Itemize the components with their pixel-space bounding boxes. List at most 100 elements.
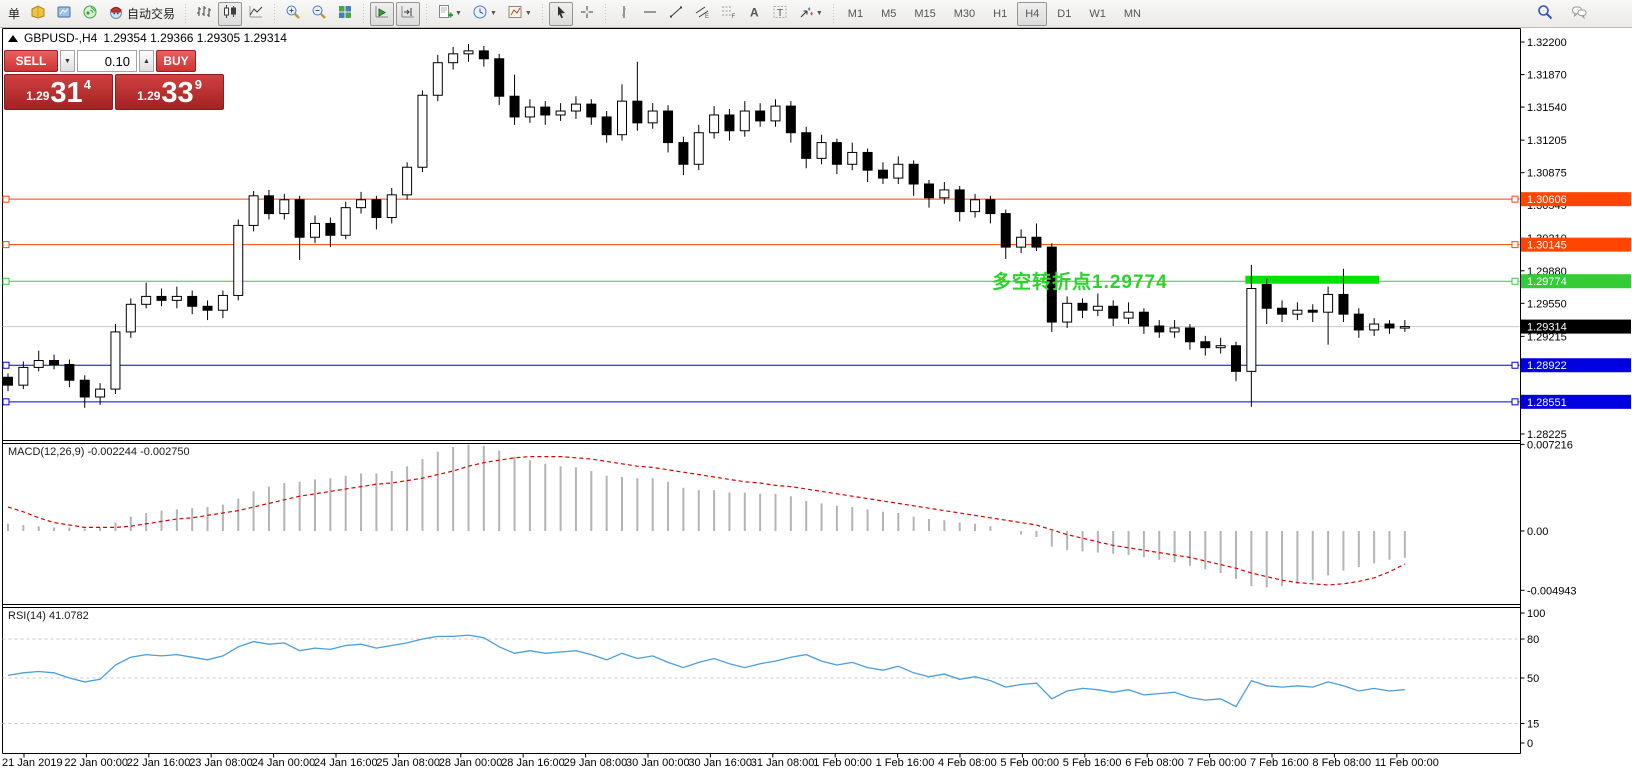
timeframe-button-H1[interactable]: H1	[985, 2, 1015, 26]
tile-windows-button[interactable]	[333, 2, 357, 26]
candle-chart-button[interactable]	[218, 2, 242, 26]
current-price-box-label: 1.29314	[1527, 322, 1567, 334]
buy-price-display[interactable]: 1.29 33 9	[115, 74, 224, 110]
price-tick-label: 1.29550	[1527, 298, 1567, 310]
level-line-anchor[interactable]	[1512, 196, 1518, 202]
candle-body	[1063, 303, 1072, 322]
line-chart-button[interactable]	[244, 2, 268, 26]
chat-button[interactable]	[1567, 2, 1591, 26]
rsi-tick-label: 100	[1527, 608, 1545, 620]
candle-body	[1185, 328, 1194, 342]
buy-price-pips: 33	[161, 80, 193, 106]
candle-body	[510, 96, 519, 117]
horizontal-line-button[interactable]	[638, 2, 662, 26]
pivot-annotation-text[interactable]: 多空转折点1.29774	[992, 267, 1168, 294]
level-line-anchor[interactable]	[3, 399, 9, 405]
search-button[interactable]	[1533, 2, 1557, 26]
text-button[interactable]: A	[742, 2, 766, 26]
market-watch-button[interactable]	[52, 2, 76, 26]
timeframe-button-MN[interactable]: MN	[1116, 2, 1149, 26]
time-tick-label: 23 Jan 08:00	[189, 757, 253, 769]
auto-scroll-button[interactable]	[370, 2, 394, 26]
time-tick-label: 21 Jan 2019	[2, 757, 63, 769]
indicators-button[interactable]: ▼	[433, 2, 466, 26]
lot-increase-button[interactable]: ▲	[139, 50, 154, 72]
level-line-anchor[interactable]	[1512, 362, 1518, 368]
new-order-button[interactable]: 单	[1, 2, 24, 26]
horizontal-line-icon	[642, 4, 658, 23]
signals-button[interactable]	[78, 2, 102, 26]
trend-line-button[interactable]	[664, 2, 688, 26]
buy-button[interactable]: BUY	[156, 50, 196, 72]
time-tick-label: 8 Feb 08:00	[1312, 757, 1371, 769]
candle-body	[710, 115, 719, 133]
level-line-anchor[interactable]	[3, 196, 9, 202]
arrows-icon	[798, 4, 814, 23]
level-line-anchor[interactable]	[3, 278, 9, 284]
candle-body	[832, 143, 841, 165]
one-click-trading-panel: SELL ▼ 0.10 ▲ BUY 1.29 31 4 1.29 33 9	[4, 50, 224, 110]
crosshair-button[interactable]	[575, 2, 599, 26]
dropdown-arrow-icon[interactable]: ▼	[816, 10, 823, 17]
time-tick-label: 24 Jan 00:00	[252, 757, 316, 769]
dropdown-arrow-icon[interactable]: ▼	[455, 10, 462, 17]
toolbar-separator	[360, 4, 367, 24]
pivot-thick-segment[interactable]	[1245, 276, 1379, 284]
vertical-line-button[interactable]	[612, 2, 636, 26]
lot-size-input[interactable]: 0.10	[77, 50, 137, 72]
sell-price-pips: 31	[50, 80, 82, 106]
arrows-button[interactable]: ▼	[794, 2, 827, 26]
level-line-anchor[interactable]	[1512, 399, 1518, 405]
vertical-line-icon	[616, 4, 632, 23]
lot-decrease-button[interactable]: ▼	[60, 50, 75, 72]
macd-tick-label: 0.007216	[1527, 439, 1573, 451]
candle-body	[786, 106, 795, 133]
auto-trading-button[interactable]: 自动交易	[104, 2, 179, 26]
candle-body	[1017, 237, 1026, 247]
rsi-tick-label: 50	[1527, 673, 1539, 685]
dropdown-arrow-icon[interactable]: ▼	[525, 10, 532, 17]
level-line-anchor[interactable]	[3, 242, 9, 248]
timeframe-button-H4[interactable]: H4	[1017, 2, 1047, 26]
zoom-out-button[interactable]	[307, 2, 331, 26]
symbol-period-label: GBPUSD-,H4	[24, 31, 97, 45]
fibonacci-button[interactable]: F	[716, 2, 740, 26]
fibonacci-icon: F	[720, 4, 736, 23]
timeframe-button-M5[interactable]: M5	[873, 2, 904, 26]
toolbar-separator	[182, 4, 189, 24]
sell-button[interactable]: SELL	[4, 50, 58, 72]
dropdown-arrow-icon[interactable]: ▼	[490, 10, 497, 17]
candle-body	[203, 306, 212, 310]
level-line-anchor[interactable]	[1512, 242, 1518, 248]
bar-chart-button[interactable]	[192, 2, 216, 26]
candle-body	[295, 200, 304, 237]
history-center-button[interactable]	[26, 2, 50, 26]
time-tick-label: 1 Feb 16:00	[876, 757, 935, 769]
candle-body	[817, 143, 826, 159]
periods-button[interactable]: ▼	[468, 2, 501, 26]
templates-button[interactable]: ▼	[503, 2, 536, 26]
cursor-button[interactable]	[549, 2, 573, 26]
timeframe-button-M15[interactable]: M15	[906, 2, 943, 26]
time-tick-label: 22 Jan 00:00	[64, 757, 128, 769]
timeframe-button-W1[interactable]: W1	[1081, 2, 1114, 26]
timeframe-button-D1[interactable]: D1	[1049, 2, 1079, 26]
text-label-button[interactable]: T	[768, 2, 792, 26]
time-tick-label: 7 Feb 16:00	[1250, 757, 1309, 769]
sell-price-display[interactable]: 1.29 31 4	[4, 74, 113, 110]
chat-icon	[1571, 4, 1587, 23]
chart-canvas: 1.322001.318701.315401.312051.308751.305…	[0, 0, 1632, 772]
candle-body	[571, 104, 580, 111]
equidistant-channel-button[interactable]: E	[690, 2, 714, 26]
zoom-in-button[interactable]	[281, 2, 305, 26]
timeframe-button-M1[interactable]: M1	[840, 2, 871, 26]
level-line-anchor[interactable]	[1512, 278, 1518, 284]
candle-body	[802, 133, 811, 159]
timeframe-button-M30[interactable]: M30	[946, 2, 983, 26]
candle-body	[464, 51, 473, 54]
chart-shift-button[interactable]	[396, 2, 420, 26]
candle-body	[878, 170, 887, 178]
collapse-panel-icon[interactable]	[8, 35, 18, 42]
time-tick-label: 28 Jan 00:00	[439, 757, 503, 769]
level-line-anchor[interactable]	[3, 362, 9, 368]
